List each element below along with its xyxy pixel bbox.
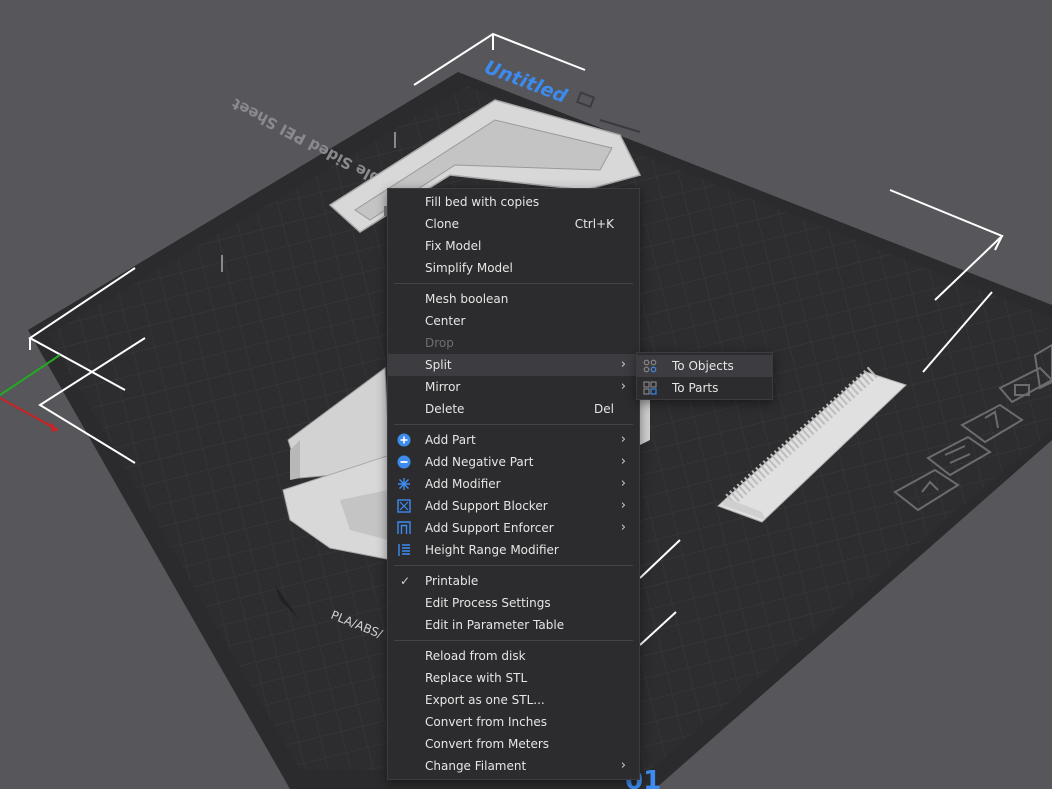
- menu-item-split[interactable]: Split ›: [388, 354, 639, 376]
- menu-item-label: Delete: [425, 402, 465, 416]
- menu-item-edit-process-settings[interactable]: Edit Process Settings: [388, 592, 639, 614]
- menu-item-clone[interactable]: Clone Ctrl+K: [388, 213, 639, 235]
- split-objects-icon: [643, 359, 657, 373]
- menu-item-label: Convert from Inches: [425, 715, 547, 729]
- chevron-right-icon: ›: [620, 454, 626, 469]
- menu-item-label: Mesh boolean: [425, 292, 509, 306]
- menu-shortcut: Ctrl+K: [574, 217, 614, 231]
- menu-item-label: Edit Process Settings: [425, 596, 551, 610]
- menu-item-fill-bed[interactable]: Fill bed with copies: [388, 191, 639, 213]
- edit-plate-name-icon[interactable]: [575, 91, 596, 109]
- menu-item-center[interactable]: Center: [388, 310, 639, 332]
- menu-item-label: Height Range Modifier: [425, 543, 559, 557]
- context-menu: Fill bed with copies Clone Ctrl+K Fix Mod…: [387, 188, 640, 780]
- menu-item-export-one-stl[interactable]: Export as one STL...: [388, 689, 639, 711]
- split-parts-icon: [643, 381, 657, 395]
- menu-item-add-support-enforcer[interactable]: Add Support Enforcer ›: [388, 517, 639, 539]
- menu-item-fix-model[interactable]: Fix Model: [388, 235, 639, 257]
- menu-separator: [394, 565, 633, 566]
- menu-separator: [394, 424, 633, 425]
- menu-item-convert-inches[interactable]: Convert from Inches: [388, 711, 639, 733]
- submenu-item-label: To Parts: [672, 381, 719, 395]
- chevron-right-icon: ›: [620, 758, 626, 773]
- chevron-right-icon: ›: [620, 432, 626, 447]
- menu-item-label: Fill bed with copies: [425, 195, 540, 209]
- menu-separator: [394, 640, 633, 641]
- menu-item-label: Convert from Meters: [425, 737, 550, 751]
- height-range-icon: [398, 544, 410, 556]
- menu-item-label: Simplify Model: [425, 261, 513, 275]
- menu-item-mesh-boolean[interactable]: Mesh boolean: [388, 288, 639, 310]
- menu-item-replace-with-stl[interactable]: Replace with STL: [388, 667, 639, 689]
- chevron-right-icon: ›: [620, 379, 626, 394]
- submenu-item-label: To Objects: [672, 359, 734, 373]
- menu-item-label: Add Negative Part: [425, 455, 534, 469]
- menu-item-printable[interactable]: ✓ Printable: [388, 570, 639, 592]
- menu-separator: [394, 283, 633, 284]
- menu-item-add-support-blocker[interactable]: Add Support Blocker ›: [388, 495, 639, 517]
- menu-item-label: Printable: [425, 574, 479, 588]
- modifier-icon: [398, 478, 410, 490]
- menu-item-mirror[interactable]: Mirror ›: [388, 376, 639, 398]
- submenu-item-to-parts[interactable]: To Parts: [637, 377, 772, 399]
- split-submenu: To Objects To Parts: [636, 352, 773, 400]
- menu-item-add-modifier[interactable]: Add Modifier ›: [388, 473, 639, 495]
- menu-item-label: Add Modifier: [425, 477, 501, 491]
- chevron-right-icon: ›: [620, 476, 626, 491]
- submenu-item-to-objects[interactable]: To Objects: [637, 355, 772, 377]
- menu-item-label: Replace with STL: [425, 671, 528, 685]
- menu-item-simplify-model[interactable]: Simplify Model: [388, 257, 639, 279]
- checkmark-icon: ✓: [400, 574, 411, 588]
- menu-item-label: Clone: [425, 217, 460, 231]
- menu-item-label: Reload from disk: [425, 649, 526, 663]
- chevron-right-icon: ›: [620, 357, 626, 372]
- menu-item-label: Change Filament: [425, 759, 527, 773]
- menu-item-reload-from-disk[interactable]: Reload from disk: [388, 645, 639, 667]
- menu-shortcut: Del: [594, 402, 614, 416]
- menu-item-label: Add Part: [425, 433, 476, 447]
- menu-item-label: Edit in Parameter Table: [425, 618, 565, 632]
- chevron-right-icon: ›: [620, 520, 626, 535]
- menu-item-label: Add Support Blocker: [425, 499, 548, 513]
- menu-item-label: Export as one STL...: [425, 693, 545, 707]
- menu-item-label: Fix Model: [425, 239, 482, 253]
- menu-item-label: Center: [425, 314, 466, 328]
- menu-item-height-range-modifier[interactable]: Height Range Modifier: [388, 539, 639, 561]
- menu-item-edit-parameter-table[interactable]: Edit in Parameter Table: [388, 614, 639, 636]
- add-part-icon: [397, 433, 411, 447]
- menu-item-add-part[interactable]: Add Part ›: [388, 429, 639, 451]
- menu-item-drop: Drop: [388, 332, 639, 354]
- menu-item-delete[interactable]: Delete Del: [388, 398, 639, 420]
- chevron-right-icon: ›: [620, 498, 626, 513]
- menu-item-label: Mirror: [425, 380, 461, 394]
- menu-item-label: Add Support Enforcer: [425, 521, 554, 535]
- menu-item-change-filament[interactable]: Change Filament ›: [388, 755, 639, 777]
- support-enforcer-icon: [397, 521, 411, 534]
- menu-item-label: Drop: [425, 336, 454, 350]
- menu-item-convert-meters[interactable]: Convert from Meters: [388, 733, 639, 755]
- support-blocker-icon: [397, 499, 411, 513]
- menu-item-add-negative-part[interactable]: Add Negative Part ›: [388, 451, 639, 473]
- negative-part-icon: [397, 455, 411, 469]
- menu-item-label: Split: [425, 358, 452, 372]
